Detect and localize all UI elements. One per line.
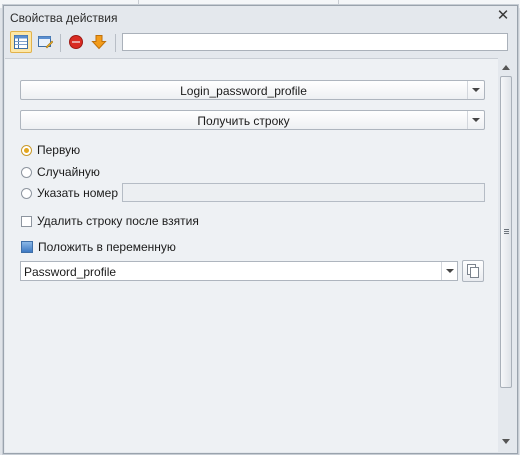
delete-after-take-label: Удалить строку после взятия — [37, 214, 199, 228]
scroll-up-icon[interactable] — [502, 65, 510, 70]
down-arrow-icon — [91, 35, 107, 50]
delete-after-take-row[interactable]: Удалить строку после взятия — [21, 213, 199, 229]
scroll-down-icon[interactable] — [502, 439, 510, 444]
stop-button[interactable] — [65, 31, 87, 53]
copy-icon — [467, 264, 479, 278]
radio-first-label: Первую — [37, 143, 81, 157]
put-in-variable-row[interactable]: Положить в переменную — [21, 239, 176, 255]
window-title: Свойства действия — [10, 11, 118, 25]
edit-action-button[interactable] — [34, 31, 56, 53]
number-input[interactable] — [122, 183, 485, 202]
chevron-down-icon[interactable] — [441, 262, 457, 280]
edit-action-icon — [38, 36, 53, 49]
put-in-variable-label: Положить в переменную — [38, 240, 176, 254]
radio-specify-number-label: Указать номер — [37, 186, 119, 200]
properties-grid-icon — [14, 35, 28, 49]
toolbar-search-input[interactable] — [122, 33, 508, 51]
chevron-down-icon[interactable] — [467, 111, 484, 129]
delete-after-take-checkbox[interactable] — [21, 215, 32, 227]
chevron-down-icon[interactable] — [467, 81, 484, 99]
action-properties-window: Свойства действия ✕ Login_password_profi… — [3, 5, 518, 454]
properties-panel: Login_password_profile Получить строку П… — [5, 58, 498, 452]
close-icon[interactable]: ✕ — [495, 8, 511, 24]
radio-random-label: Случайную — [37, 165, 100, 179]
copy-variable-button[interactable] — [462, 260, 484, 282]
thumb-grip — [504, 229, 509, 230]
thumb-grip — [504, 231, 509, 232]
variable-combo-value: Password_profile — [24, 265, 117, 279]
title-bar: Свойства действия ✕ — [4, 6, 517, 28]
profile-combo-value: Login_password_profile — [180, 84, 307, 98]
profile-combo[interactable]: Login_password_profile — [20, 80, 485, 100]
operation-combo-value: Получить строку — [197, 114, 290, 128]
thumb-grip — [504, 233, 509, 234]
variable-combo[interactable]: Password_profile — [20, 261, 458, 281]
radio-button[interactable] — [21, 187, 32, 199]
toolbar-separator — [115, 34, 116, 52]
radio-first[interactable]: Первую — [21, 142, 80, 158]
operation-combo[interactable]: Получить строку — [20, 110, 485, 130]
move-down-button[interactable] — [88, 31, 110, 53]
radio-button[interactable] — [21, 144, 32, 156]
radio-button[interactable] — [21, 166, 32, 178]
radio-specify-number[interactable]: Указать номер — [21, 185, 118, 201]
vertical-scrollbar[interactable] — [498, 58, 515, 451]
scrollbar-thumb[interactable] — [500, 76, 512, 388]
radio-random[interactable]: Случайную — [21, 164, 100, 180]
toolbar-separator — [60, 34, 61, 52]
toolbar — [4, 28, 517, 58]
stop-icon — [69, 35, 83, 49]
properties-grid-button[interactable] — [10, 31, 32, 53]
variable-toggle-icon[interactable] — [21, 241, 33, 253]
